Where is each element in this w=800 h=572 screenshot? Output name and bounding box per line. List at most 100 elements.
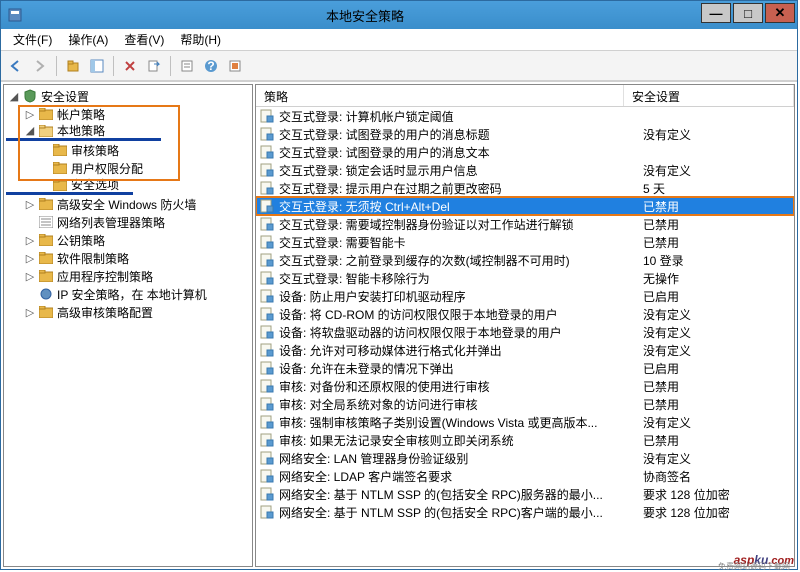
tree-firewall[interactable]: ▷ 高级安全 Windows 防火墙 [6, 195, 250, 213]
list-row[interactable]: 审核: 强制审核策略子类别设置(Windows Vista 或更高版本...没有… [256, 413, 794, 431]
list-row[interactable]: 交互式登录: 需要域控制器身份验证以对工作站进行解锁已禁用 [256, 215, 794, 233]
tree-pane[interactable]: ◢ 安全设置 ▷ 帐户策略 ◢ 本地策略 审核策略 [3, 84, 253, 567]
list-row[interactable]: 网络安全: LDAP 客户端签名要求协商签名 [256, 467, 794, 485]
policy-icon [260, 307, 276, 321]
policy-name: 交互式登录: 计算机帐户锁定阈值 [279, 108, 454, 125]
content-area: ◢ 安全设置 ▷ 帐户策略 ◢ 本地策略 审核策略 [1, 81, 797, 569]
tree-label: 应用程序控制策略 [57, 268, 153, 285]
delete-button[interactable] [119, 55, 141, 77]
list-row[interactable]: 设备: 允许对可移动媒体进行格式化并弹出没有定义 [256, 341, 794, 359]
policy-setting-cell: 没有定义 [639, 414, 794, 431]
menu-action[interactable]: 操作(A) [60, 29, 116, 50]
expand-icon[interactable]: ▷ [24, 198, 36, 210]
forward-button[interactable] [29, 55, 51, 77]
collapse-icon[interactable]: ◢ [24, 125, 36, 137]
tree-ipsec[interactable]: IP 安全策略，在 本地计算机 [6, 285, 250, 303]
list-row[interactable]: 设备: 将软盘驱动器的访问权限仅限于本地登录的用户没有定义 [256, 323, 794, 341]
tree-software[interactable]: ▷ 软件限制策略 [6, 249, 250, 267]
tree-local-policies[interactable]: ◢ 本地策略 [6, 123, 161, 141]
security-icon [22, 89, 38, 103]
list-pane: 策略 安全设置 交互式登录: 计算机帐户锁定阈值交互式登录: 试图登录的用户的消… [255, 84, 795, 567]
list-row[interactable]: 交互式登录: 试图登录的用户的消息标题没有定义 [256, 125, 794, 143]
collapse-icon[interactable]: ◢ [8, 90, 20, 102]
menu-help[interactable]: 帮助(H) [172, 29, 229, 50]
tree-root[interactable]: ◢ 安全设置 [6, 87, 250, 105]
policy-name-cell: 设备: 将软盘驱动器的访问权限仅限于本地登录的用户 [256, 324, 639, 341]
list-row[interactable]: 设备: 防止用户安装打印机驱动程序已启用 [256, 287, 794, 305]
svg-text:?: ? [207, 59, 214, 73]
list-row[interactable]: 交互式登录: 无须按 Ctrl+Alt+Del已禁用 [256, 197, 794, 215]
folder-icon [38, 305, 54, 319]
policy-setting-cell: 已启用 [639, 288, 794, 305]
expand-icon[interactable]: ▷ [24, 108, 36, 120]
column-header-policy[interactable]: 策略 [256, 85, 624, 106]
list-row[interactable]: 网络安全: LAN 管理器身份验证级别没有定义 [256, 449, 794, 467]
list-row[interactable]: 交互式登录: 提示用户在过期之前更改密码 5 天 [256, 179, 794, 197]
list-row[interactable]: 设备: 将 CD-ROM 的访问权限仅限于本地登录的用户没有定义 [256, 305, 794, 323]
list-row[interactable]: 交互式登录: 锁定会话时显示用户信息没有定义 [256, 161, 794, 179]
list-row[interactable]: 交互式登录: 之前登录到缓存的次数(域控制器不可用时)10 登录 [256, 251, 794, 269]
policy-setting-cell: 协商签名 [639, 468, 794, 485]
expand-icon[interactable]: ▷ [24, 306, 36, 318]
minimize-button[interactable]: — [701, 3, 731, 23]
maximize-button[interactable]: □ [733, 3, 763, 23]
list-body[interactable]: 交互式登录: 计算机帐户锁定阈值交互式登录: 试图登录的用户的消息标题没有定义交… [256, 107, 794, 566]
policy-setting-cell: 10 登录 [639, 252, 794, 269]
policy-setting-cell: 没有定义 [639, 306, 794, 323]
tree-advaudit[interactable]: ▷ 高级审核策略配置 [6, 303, 250, 321]
menu-view[interactable]: 查看(V) [116, 29, 172, 50]
list-row[interactable]: 设备: 允许在未登录的情况下弹出已启用 [256, 359, 794, 377]
policy-setting-cell: 已禁用 [639, 378, 794, 395]
policy-setting-cell: 5 天 [639, 180, 794, 197]
list-row[interactable]: 交互式登录: 需要智能卡已禁用 [256, 233, 794, 251]
list-row[interactable]: 审核: 对全局系统对象的访问进行审核已禁用 [256, 395, 794, 413]
list-row[interactable]: 交互式登录: 计算机帐户锁定阈值 [256, 107, 794, 125]
export-button[interactable] [143, 55, 165, 77]
menu-file[interactable]: 文件(F) [5, 29, 60, 50]
expand-icon[interactable]: ▷ [24, 270, 36, 282]
policy-name-cell: 交互式登录: 计算机帐户锁定阈值 [256, 108, 639, 125]
up-button[interactable] [62, 55, 84, 77]
list-row[interactable]: 交互式登录: 试图登录的用户的消息文本 [256, 143, 794, 161]
tree-pubkey[interactable]: ▷ 公钥策略 [6, 231, 250, 249]
policy-name-cell: 网络安全: LDAP 客户端签名要求 [256, 468, 639, 485]
close-button[interactable]: ✕ [765, 3, 795, 23]
list-row[interactable]: 审核: 如果无法记录安全审核则立即关闭系统已禁用 [256, 431, 794, 449]
list-row[interactable]: 网络安全: 基于 NTLM SSP 的(包括安全 RPC)服务器的最小...要求… [256, 485, 794, 503]
list-row[interactable]: 交互式登录: 智能卡移除行为无操作 [256, 269, 794, 287]
expand-icon[interactable]: ▷ [24, 234, 36, 246]
tree-security-options[interactable]: 安全选项 [6, 177, 133, 195]
show-hide-tree-button[interactable] [86, 55, 108, 77]
list-row[interactable]: 审核: 对备份和还原权限的使用进行审核已禁用 [256, 377, 794, 395]
policy-icon [260, 181, 276, 195]
tree-audit-policy[interactable]: 审核策略 [6, 141, 250, 159]
column-header-setting[interactable]: 安全设置 [624, 85, 794, 106]
policy-name: 交互式登录: 无须按 Ctrl+Alt+Del [279, 198, 450, 215]
policy-name-cell: 审核: 强制审核策略子类别设置(Windows Vista 或更高版本... [256, 414, 639, 431]
policy-icon [260, 325, 276, 339]
tree-netlist[interactable]: 网络列表管理器策略 [6, 213, 250, 231]
window-frame: 本地安全策略 — □ ✕ 文件(F) 操作(A) 查看(V) 帮助(H) ? ◢ [0, 0, 798, 570]
back-button[interactable] [5, 55, 27, 77]
policy-setting-cell: 已启用 [639, 360, 794, 377]
policy-name: 网络安全: 基于 NTLM SSP 的(包括安全 RPC)客户端的最小... [279, 504, 603, 521]
policy-name-cell: 交互式登录: 提示用户在过期之前更改密码 [256, 180, 639, 197]
tree-label: 安全设置 [41, 88, 89, 105]
policy-icon [260, 469, 276, 483]
tree: ◢ 安全设置 ▷ 帐户策略 ◢ 本地策略 审核策略 [4, 85, 252, 323]
policy-name: 交互式登录: 提示用户在过期之前更改密码 [279, 180, 502, 197]
policy-name: 交互式登录: 需要智能卡 [279, 234, 406, 251]
tree-user-rights[interactable]: 用户权限分配 [6, 159, 250, 177]
titlebar[interactable]: 本地安全策略 — □ ✕ [1, 1, 797, 29]
tree-appctrl[interactable]: ▷ 应用程序控制策略 [6, 267, 250, 285]
tree-account-policies[interactable]: ▷ 帐户策略 [6, 105, 250, 123]
list-row[interactable]: 网络安全: 基于 NTLM SSP 的(包括安全 RPC)客户端的最小...要求… [256, 503, 794, 521]
policy-name-cell: 设备: 允许对可移动媒体进行格式化并弹出 [256, 342, 639, 359]
policy-icon [260, 199, 276, 213]
window-title: 本地安全策略 [29, 6, 701, 25]
expand-icon[interactable]: ▷ [24, 252, 36, 264]
properties-button[interactable] [176, 55, 198, 77]
refresh-button[interactable] [224, 55, 246, 77]
help-button[interactable]: ? [200, 55, 222, 77]
policy-name-cell: 审核: 对备份和还原权限的使用进行审核 [256, 378, 639, 395]
